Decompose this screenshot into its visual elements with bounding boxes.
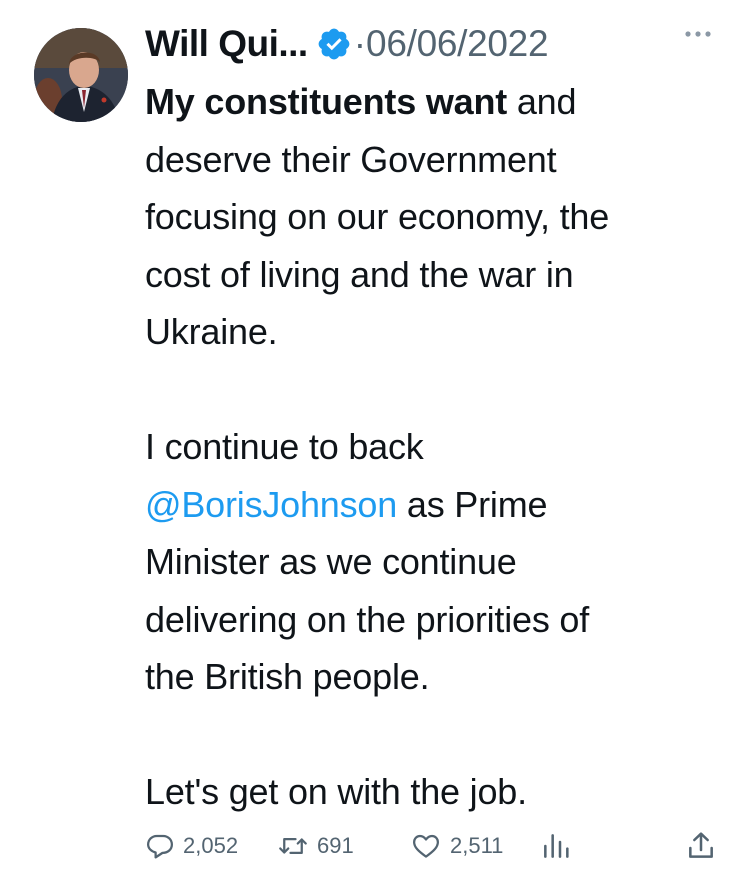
profile-photo-icon (34, 28, 128, 122)
retweet-count: 691 (317, 833, 354, 858)
share-icon (689, 832, 713, 858)
more-horizontal-icon (685, 31, 711, 37)
tweet-text: My constituents want and deserve their G… (145, 73, 725, 821)
heart-icon (413, 834, 439, 858)
text-line: My constituents want and (145, 73, 725, 131)
like-count: 2,511 (450, 833, 504, 858)
reply-count: 2,052 (183, 833, 239, 858)
analytics-icon (544, 834, 569, 858)
share-button[interactable] (685, 826, 717, 866)
avatar[interactable] (34, 28, 128, 122)
text-line: the British people. (145, 656, 430, 697)
tweet-date[interactable]: 06/06/2022 (366, 23, 548, 65)
text-line: deserve their Government (145, 138, 557, 180)
like-button[interactable]: 2,511 (410, 826, 503, 866)
more-options-button[interactable] (680, 24, 720, 44)
paragraph-break (145, 361, 725, 419)
author-name[interactable]: Will Qui... (145, 23, 308, 65)
text-line: @BorisJohnson as Prime (145, 476, 725, 534)
text-line: delivering on the priorities of (145, 598, 590, 640)
tweet-header: Will Qui... · 06/06/2022 (145, 18, 725, 70)
bold-text: My constituents want (145, 81, 508, 122)
text-line: cost of living and the war in (145, 253, 574, 295)
text-line: Minister as we continue (145, 541, 517, 582)
reply-button[interactable]: 2,052 (145, 826, 238, 866)
separator: · (353, 23, 367, 64)
mention-link[interactable]: @BorisJohnson (145, 484, 397, 525)
retweet-button[interactable]: 691 (277, 826, 354, 866)
text-segment: and (507, 81, 577, 122)
paragraph-break (145, 706, 725, 764)
text-line: focusing on our economy, the (145, 196, 610, 237)
text-line: Ukraine. (145, 311, 278, 352)
tweet-content: Will Qui... · 06/06/2022 My constituents… (145, 18, 725, 821)
tweet-actions: 2,052 691 2,511 (145, 826, 725, 866)
verified-badge-icon (316, 26, 352, 62)
tweet[interactable]: Will Qui... · 06/06/2022 My constituents… (0, 0, 750, 870)
text-line: Let's get on with the job. (145, 771, 527, 812)
reply-icon (147, 834, 173, 859)
text-segment: as Prime (397, 483, 548, 525)
retweet-icon (279, 838, 307, 854)
text-line: I continue to back (145, 426, 424, 467)
views-button[interactable] (540, 826, 572, 866)
